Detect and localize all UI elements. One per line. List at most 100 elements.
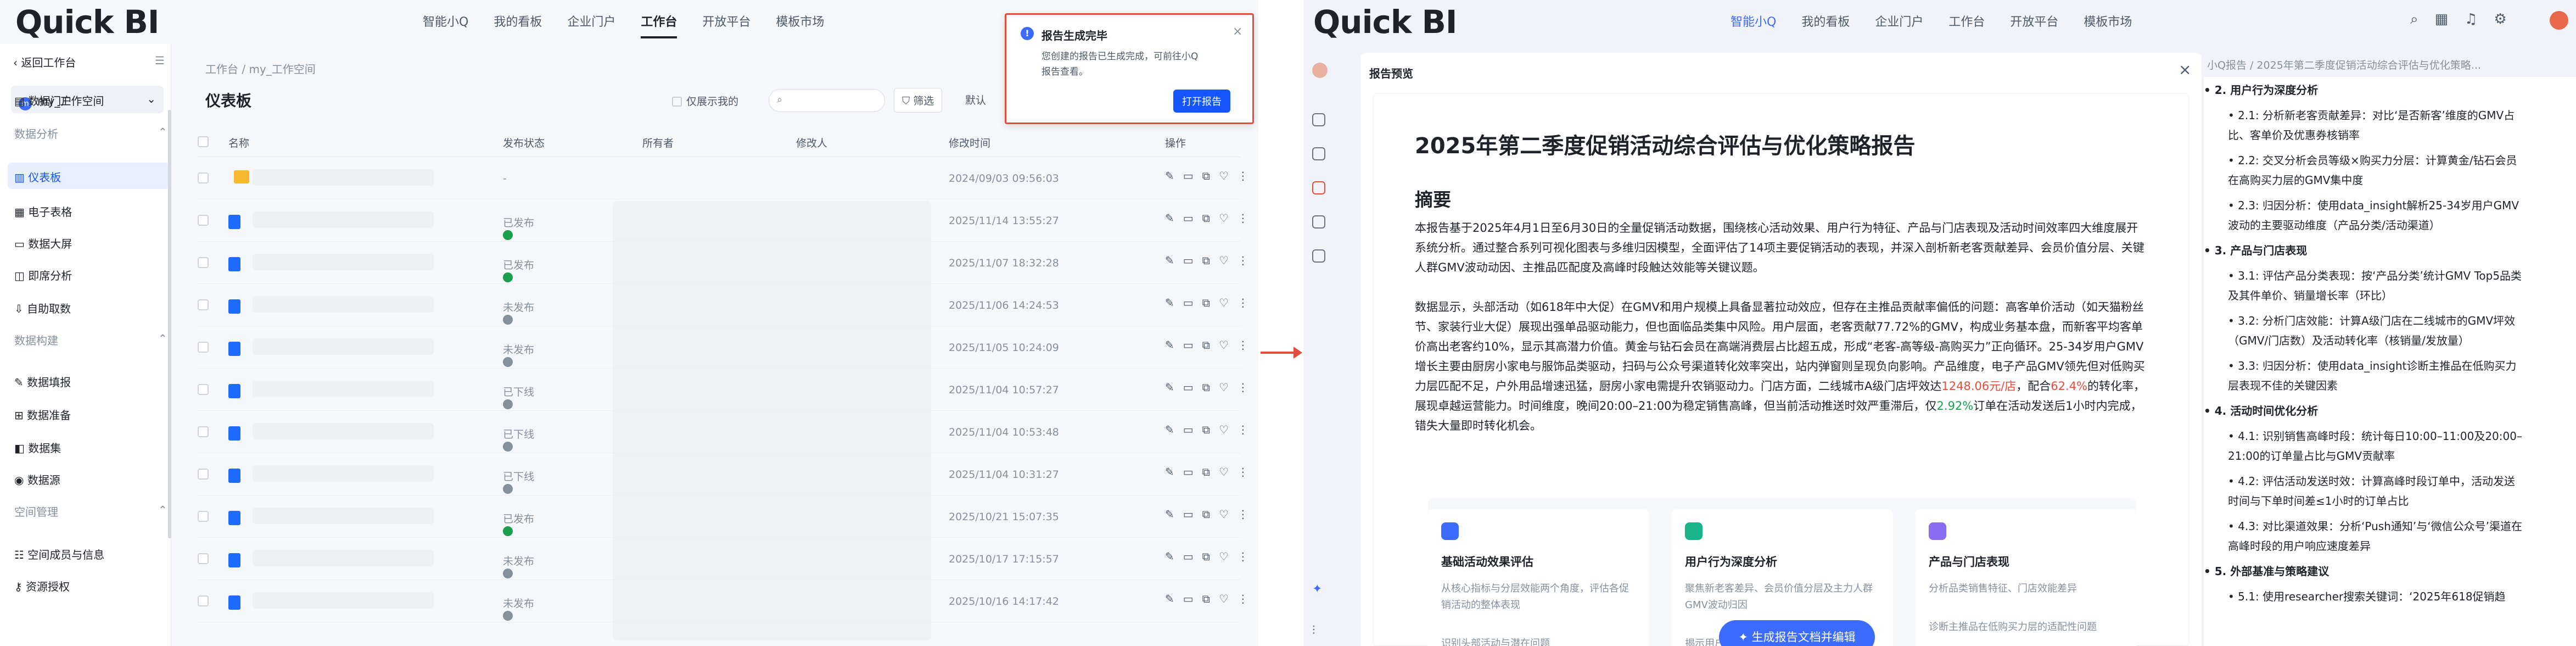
row-checkbox[interactable] (198, 215, 209, 226)
more-icon[interactable]: ⋮ (1237, 508, 1257, 521)
bell-icon[interactable]: ♫ (2465, 11, 2494, 27)
copy-icon[interactable]: ⧉ (1202, 211, 1219, 225)
sidebar-item[interactable]: ⚷ 资源授权 (14, 578, 70, 594)
insight-icon[interactable] (1312, 215, 1325, 229)
row-checkbox[interactable] (198, 342, 209, 353)
share-icon[interactable]: ▭ (1183, 338, 1202, 352)
nav-item-my-board[interactable]: 我的看板 (494, 12, 542, 38)
nav-item-workbench[interactable]: 工作台 (641, 12, 677, 38)
edit-icon[interactable]: ✎ (1165, 211, 1183, 225)
nav-item-portal[interactable]: 企业门户 (1875, 12, 1923, 30)
sidebar-group-label[interactable]: 数据分析 ⌃ (14, 125, 167, 141)
close-icon[interactable]: × (1233, 25, 1242, 38)
favorite-icon[interactable]: ♡ (1219, 338, 1237, 352)
share-icon[interactable]: ▭ (1183, 296, 1202, 309)
generate-report-doc-button[interactable]: ✦ 生成报告文档并编辑 (1719, 620, 1875, 646)
edit-icon[interactable]: ✎ (1165, 423, 1183, 436)
copy-icon[interactable]: ⧉ (1202, 381, 1219, 394)
search-input[interactable]: ⌕ (769, 89, 885, 112)
nav-item-open-platform[interactable]: 开放平台 (702, 12, 751, 38)
sidebar-group-label[interactable]: 空间管理 ⌃ (14, 503, 167, 519)
sidebar-item[interactable]: ▦ 电子表格 (14, 203, 72, 219)
copy-icon[interactable]: ⧉ (1202, 592, 1219, 605)
more-icon[interactable]: ⋮ (1237, 381, 1257, 394)
nav-item-template-market[interactable]: 模板市场 (776, 12, 824, 38)
breadcrumb-workbench[interactable]: 工作台 (205, 63, 238, 76)
back-to-workbench-link[interactable]: ‹ 返回工作台 (13, 54, 76, 70)
gear-icon[interactable]: ⚙ (2494, 11, 2523, 27)
close-icon[interactable]: × (2179, 60, 2191, 79)
more-icon[interactable]: ⋮ (1237, 550, 1257, 563)
sidebar-item[interactable]: ▤ 数据门户 (14, 92, 72, 108)
edit-icon[interactable]: ✎ (1165, 508, 1183, 521)
more-icon[interactable]: ⋮ (1237, 169, 1257, 182)
favorite-icon[interactable]: ♡ (1219, 169, 1237, 182)
row-checkbox[interactable] (198, 553, 209, 564)
sparkle-icon[interactable]: ✦ (1312, 582, 1325, 596)
nav-item-portal[interactable]: 企业门户 (567, 12, 615, 38)
sidebar-group-label[interactable]: 数据构建 ⌃ (14, 332, 167, 348)
copy-icon[interactable]: ⧉ (1202, 465, 1219, 478)
sidebar-scrollbar[interactable] (168, 110, 171, 538)
sidebar-item[interactable]: ✎ 数据填报 (14, 374, 71, 389)
copy-icon[interactable]: ⧉ (1202, 508, 1219, 521)
edit-icon[interactable]: ✎ (1165, 254, 1183, 267)
share-icon[interactable]: ▭ (1183, 254, 1202, 267)
share-icon[interactable]: ▭ (1183, 592, 1202, 605)
favorite-icon[interactable]: ♡ (1219, 550, 1237, 563)
copy-icon[interactable]: ⧉ (1202, 169, 1219, 182)
sidebar-item[interactable]: ◉ 数据源 (14, 471, 60, 487)
open-report-button[interactable]: 打开报告 (1173, 90, 1230, 113)
edit-icon[interactable]: ✎ (1165, 381, 1183, 394)
row-checkbox[interactable] (198, 299, 209, 310)
avatar[interactable] (2550, 11, 2568, 30)
chevron-up-icon[interactable]: ⌃ (158, 332, 167, 345)
favorite-icon[interactable]: ♡ (1219, 211, 1237, 225)
favorite-icon[interactable]: ♡ (1219, 381, 1237, 394)
nav-item-workbench[interactable]: 工作台 (1948, 12, 1985, 30)
row-checkbox[interactable] (198, 511, 209, 522)
nav-item-open-platform[interactable]: 开放平台 (2010, 12, 2058, 30)
row-checkbox[interactable] (198, 426, 209, 437)
apps-icon[interactable] (1312, 249, 1325, 263)
sidebar-item[interactable]: ⇩ 自助取数 (14, 300, 71, 316)
sidebar-item[interactable]: ⊞ 数据准备 (14, 406, 71, 422)
more-icon[interactable]: ⋮ (1237, 338, 1257, 352)
share-icon[interactable]: ▭ (1183, 169, 1202, 182)
share-icon[interactable]: ▭ (1183, 211, 1202, 225)
share-icon[interactable]: ▭ (1183, 465, 1202, 478)
favorite-icon[interactable]: ♡ (1219, 592, 1237, 605)
settings-slider-icon[interactable]: ⫶ (1312, 624, 1325, 638)
section-card[interactable]: 产品与门店表现 分析品类销售特征、门店效能差异 诊断主推品在低购买力层的适配性问… (1916, 509, 2136, 646)
share-icon[interactable]: ▭ (1183, 550, 1202, 563)
favorite-icon[interactable]: ♡ (1219, 254, 1237, 267)
favorite-icon[interactable]: ♡ (1219, 508, 1237, 521)
more-icon[interactable]: ⋮ (1237, 211, 1257, 225)
sidebar-item[interactable]: ▥ 仪表板 (8, 163, 169, 189)
only-mine-checkbox[interactable]: 仅展示我的 (672, 93, 738, 108)
filter-button[interactable]: ⛉ 筛选 (894, 88, 943, 113)
sidebar-item[interactable]: ◫ 即席分析 (14, 267, 72, 283)
favorite-icon[interactable]: ♡ (1219, 465, 1237, 478)
more-icon[interactable]: ⋮ (1237, 465, 1257, 478)
nav-item-xiaoq[interactable]: 智能小Q (1731, 12, 1776, 30)
edit-icon[interactable]: ✎ (1165, 465, 1183, 478)
collapse-sidebar-icon[interactable]: ☰ (155, 54, 165, 67)
copy-icon[interactable]: ⧉ (1202, 254, 1219, 267)
sidebar-item[interactable]: ▭ 数据大屏 (14, 235, 72, 251)
table-row[interactable]: -2024/09/03 09:56:03 ✎▭⧉♡⋮ (198, 157, 1248, 199)
nav-item-template-market[interactable]: 模板市场 (2084, 12, 2132, 30)
share-icon[interactable]: ▭ (1183, 508, 1202, 521)
chevron-up-icon[interactable]: ⌃ (158, 503, 167, 516)
more-icon[interactable]: ⋮ (1237, 296, 1257, 309)
assistant-avatar-icon[interactable] (1312, 63, 1328, 78)
share-icon[interactable]: ▭ (1183, 381, 1202, 394)
more-icon[interactable]: ⋮ (1237, 592, 1257, 605)
edit-icon[interactable]: ✎ (1165, 296, 1183, 309)
edit-icon[interactable]: ✎ (1165, 169, 1183, 182)
more-icon[interactable]: ⋮ (1237, 254, 1257, 267)
chevron-up-icon[interactable]: ⌃ (158, 125, 167, 138)
sidebar-item[interactable]: ☷ 空间成员与信息 (14, 546, 104, 562)
edit-icon[interactable]: ✎ (1165, 592, 1183, 605)
row-checkbox[interactable] (198, 257, 209, 268)
